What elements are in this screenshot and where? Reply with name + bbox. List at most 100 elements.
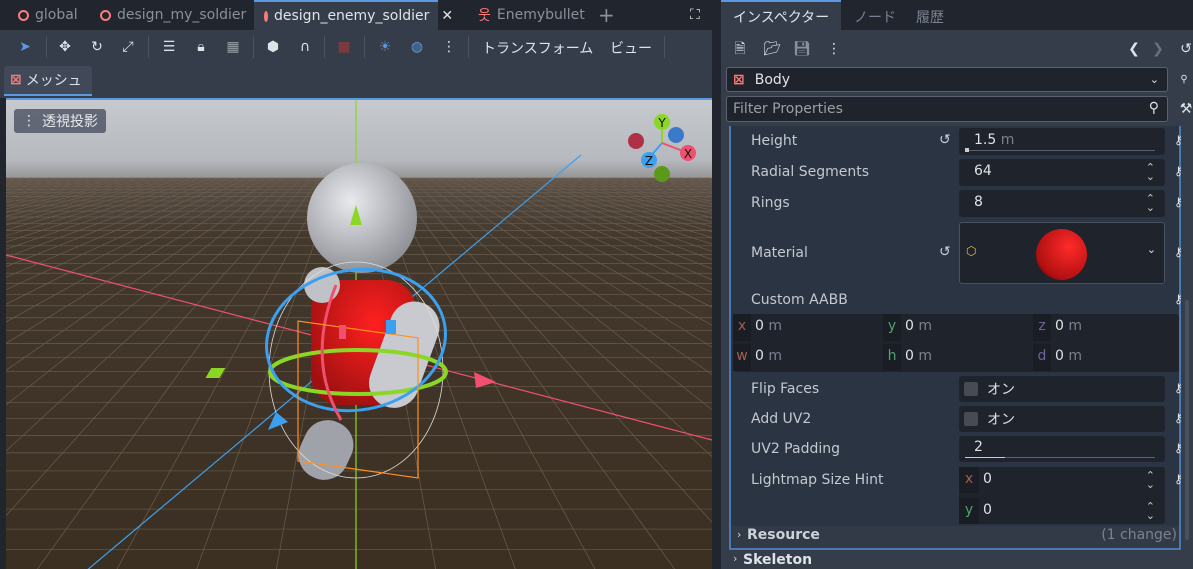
- aabb-h-field[interactable]: 0 m: [905, 348, 932, 364]
- transform-menu[interactable]: トランスフォーム: [482, 38, 593, 58]
- uv2-padding-slider-field[interactable]: 2: [959, 436, 1165, 462]
- keyframe-icon[interactable]: ⚷: [1174, 195, 1183, 209]
- gizmo-neg-z[interactable]: [668, 127, 684, 143]
- height-label: Height: [751, 133, 798, 149]
- keyframe-icon[interactable]: ⚷: [1174, 472, 1183, 486]
- 3d-viewport[interactable]: Y X Z ⋮ 透視投影: [6, 98, 712, 569]
- chevron-down-icon: ⌄: [1146, 243, 1156, 256]
- move-tool-icon[interactable]: ✥: [56, 38, 74, 56]
- lightmap-y-value[interactable]: 0: [983, 502, 992, 518]
- open-docs-icon[interactable]: ⚲: [1175, 71, 1193, 89]
- scene-canvas: Y X Z: [6, 100, 712, 569]
- tab-design-my-soldier[interactable]: design_my_soldier: [100, 0, 246, 30]
- snap-icon[interactable]: ∩: [296, 38, 314, 56]
- history-forward-icon[interactable]: ❯: [1149, 40, 1167, 58]
- kebab-icon: ⋮: [22, 113, 36, 129]
- group-icon[interactable]: ▦: [224, 38, 242, 56]
- tab-design-enemy-soldier[interactable]: design_enemy_soldier ✕: [254, 0, 453, 30]
- viewport-toolbar: ➤ ✥ ↻ ⤢ ☰ 🔒︎ ▦ ⬢ ∩ ■ ☀ ◍ ⋮ トランスフォーム ビュー: [0, 30, 712, 64]
- add-tab-button[interactable]: +: [598, 0, 615, 30]
- spinner-arrows-icon[interactable]: ⌃ ⌄: [1146, 193, 1155, 213]
- gizmo-y-label: Y: [657, 116, 666, 130]
- aabb-x-axis-label: x: [733, 314, 751, 341]
- rings-spinbox[interactable]: 8 ⌃ ⌄: [959, 190, 1165, 217]
- aabb-y-field[interactable]: 0 m: [905, 318, 932, 334]
- lightmap-size-hint-editor[interactable]: x 0 ⌃ ⌄ y 0 ⌃ ⌄: [959, 467, 1165, 524]
- keyframe-icon[interactable]: ⚷: [1174, 441, 1183, 455]
- lock-icon[interactable]: 🔒︎: [192, 38, 210, 56]
- list-select-icon[interactable]: ☰: [160, 38, 178, 56]
- chevron-down-icon: ⌄: [1149, 73, 1159, 86]
- perspective-menu-button[interactable]: ⋮ 透視投影: [14, 109, 106, 133]
- history-back-icon[interactable]: ❮: [1125, 40, 1143, 58]
- select-tool-icon[interactable]: ➤: [16, 38, 34, 56]
- scene-ring-icon: [264, 10, 268, 22]
- local-space-icon[interactable]: ⬢: [264, 38, 282, 56]
- custom-aabb-editor[interactable]: x 0 my 0 mz 0 mw 0 mh 0 md 0 m: [733, 314, 1179, 372]
- keyframe-icon[interactable]: ⚷: [1174, 133, 1183, 147]
- tab-inspector[interactable]: インスペクター: [721, 0, 841, 30]
- scale-tool-icon[interactable]: ⤢: [119, 38, 137, 56]
- rotate-tool-icon[interactable]: ↻: [88, 38, 106, 56]
- radial-segments-spinbox[interactable]: 64 ⌃ ⌄: [959, 159, 1165, 186]
- aabb-h-axis-label: h: [883, 344, 901, 371]
- aabb-z-field[interactable]: 0 m: [1055, 318, 1082, 334]
- scene-ring-icon: [100, 9, 111, 21]
- aabb-z-axis-label: z: [1033, 314, 1051, 341]
- tab-history[interactable]: 履歴: [916, 7, 944, 27]
- spinner-arrows-icon[interactable]: ⌃ ⌄: [1146, 162, 1155, 182]
- more-options-icon[interactable]: ⋮: [825, 40, 843, 58]
- tools-icon[interactable]: ⚒: [1177, 100, 1193, 118]
- flip-faces-checkbox[interactable]: オン: [959, 376, 1165, 402]
- inspector-tab-bar: インスペクター ノード 履歴: [721, 0, 1193, 30]
- object-selector[interactable]: ⊠ Body ⌄: [726, 67, 1168, 92]
- filter-properties-input[interactable]: Filter Properties ⚲: [726, 96, 1168, 122]
- revert-icon[interactable]: ↺: [939, 244, 951, 260]
- open-folder-icon[interactable]: 📂︎: [763, 40, 781, 58]
- distraction-free-icon[interactable]: ⛶: [690, 0, 700, 30]
- camera-preview-icon[interactable]: ■: [335, 38, 353, 56]
- view-menu[interactable]: ビュー: [610, 38, 652, 58]
- spinner-arrows-icon[interactable]: ⌃ ⌄: [1146, 470, 1155, 490]
- mesh-menu[interactable]: ⊠ メッシュ: [4, 66, 92, 96]
- gizmo-neg-x[interactable]: [628, 133, 644, 149]
- add-uv2-checkbox[interactable]: オン: [959, 406, 1165, 432]
- spinner-arrows-icon[interactable]: ⌃ ⌄: [1146, 501, 1155, 521]
- height-slider-field[interactable]: 1.5 m: [959, 128, 1165, 155]
- lightmap-size-hint-label: Lightmap Size Hint: [751, 472, 884, 488]
- close-tab-icon[interactable]: ✕: [441, 8, 453, 24]
- divider: [148, 36, 149, 58]
- keyframe-icon[interactable]: ⚷: [1174, 411, 1183, 425]
- more-options-icon[interactable]: ⋮: [440, 38, 458, 56]
- gizmo-neg-y[interactable]: [654, 166, 670, 182]
- material-resource-picker[interactable]: ⬡ ⌄: [959, 222, 1165, 284]
- keyframe-icon[interactable]: ⚷: [1174, 381, 1183, 395]
- keyframe-icon[interactable]: ⚷: [1174, 164, 1183, 178]
- divider: [664, 36, 665, 58]
- flip-faces-label: Flip Faces: [751, 381, 820, 397]
- divider: [324, 36, 325, 58]
- environment-preview-icon[interactable]: ◍: [408, 38, 426, 56]
- recent-history-icon[interactable]: ↺: [1177, 40, 1193, 58]
- new-resource-icon[interactable]: 🗎: [731, 40, 749, 58]
- mesh-properties-panel: Height ↺ 1.5 m ⚷ Radial Segments 64 ⌃ ⌄ ⚷…: [729, 126, 1183, 550]
- aabb-x-field[interactable]: 0 m: [755, 318, 782, 334]
- lightmap-x-value[interactable]: 0: [983, 471, 992, 487]
- resource-section-header[interactable]: › Resource (1 change): [731, 526, 1179, 548]
- tab-enemybullet[interactable]: 웃 Enemybullet: [478, 0, 585, 30]
- keyframe-icon[interactable]: ⚷: [1174, 292, 1183, 306]
- keyframe-icon[interactable]: ⚷: [1174, 245, 1183, 259]
- radial-segments-label: Radial Segments: [751, 164, 869, 180]
- tab-global[interactable]: global: [18, 0, 78, 30]
- scene-tab-bar: global design_my_soldier design_enemy_so…: [0, 0, 712, 30]
- tab-node[interactable]: ノード: [854, 7, 896, 27]
- save-icon[interactable]: 💾︎: [793, 40, 811, 58]
- inspector-scrollbar[interactable]: [1185, 300, 1189, 540]
- sun-preview-icon[interactable]: ☀: [376, 38, 394, 56]
- revert-icon[interactable]: ↺: [939, 132, 951, 148]
- aabb-d-field[interactable]: 0 m: [1055, 348, 1082, 364]
- divider: [364, 36, 365, 58]
- aabb-d-axis-label: d: [1033, 344, 1051, 371]
- aabb-w-field[interactable]: 0 m: [755, 348, 782, 364]
- skeleton-section-header[interactable]: › Skeleton: [727, 552, 1181, 569]
